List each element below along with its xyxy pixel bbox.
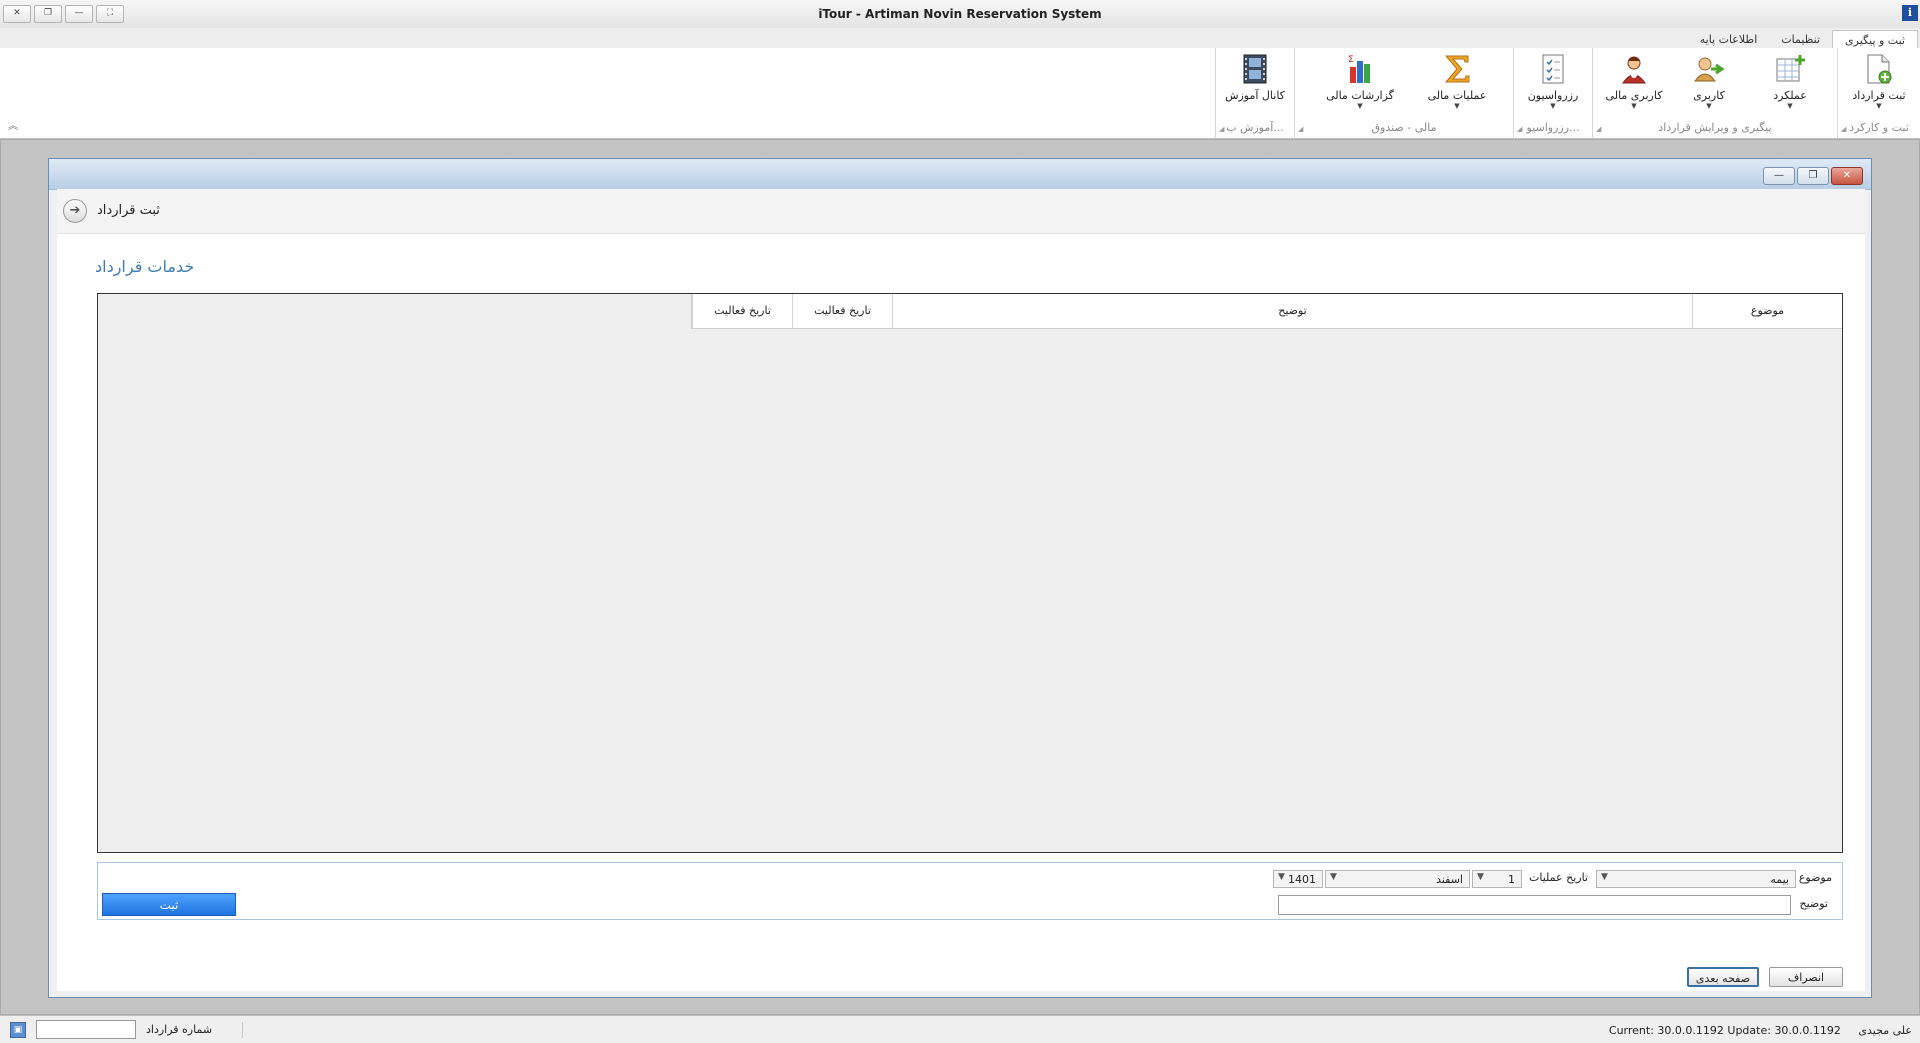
financial-reports-button[interactable]: Σ گزارشات مالی ▼ [1313, 48, 1407, 110]
chevron-down-icon: ▼ [1601, 872, 1608, 882]
wizard-pane: ➔ ثبت قرارداد خدمات قرارداد موضوع توضیح … [57, 189, 1865, 991]
restore-icon[interactable]: ❐ [1797, 167, 1829, 185]
ribbon-group-training: کانال آموزش آموزش ب... ◢ [1215, 48, 1294, 138]
performance-button[interactable]: عملکرد ▼ [1749, 48, 1831, 110]
subject-value: بیمه [1770, 873, 1789, 886]
year-value: 1401 [1288, 873, 1316, 886]
dropdown-arrow-icon: ▼ [1631, 102, 1637, 110]
service-entry-form: موضوع بیمه ▼ تاریخ عملیات 1 ▼ اسفند ▼ 14… [97, 862, 1843, 920]
group-label-training: آموزش ب... [1226, 121, 1284, 134]
tab-base-info[interactable]: اطلاعات پایه [1688, 30, 1770, 49]
year-select[interactable]: 1401 ▼ [1273, 870, 1323, 888]
group-label-reservation: رزرواسیو... [1526, 121, 1580, 134]
day-select[interactable]: 1 ▼ [1472, 870, 1522, 888]
user-button[interactable]: کاربری ▼ [1669, 48, 1749, 110]
bar-chart-icon: Σ [1344, 53, 1376, 85]
back-arrow-icon[interactable]: ➔ [63, 199, 87, 223]
svg-text:Σ: Σ [1348, 55, 1354, 65]
next-page-button[interactable]: صفحه بعدی [1687, 967, 1759, 987]
ribbon: ︽ ثبت قرارداد ▼ ثبت و کارکرد ◢ عملکرد ▼ … [0, 48, 1920, 139]
subject-label: موضوع [1798, 871, 1832, 884]
operation-date-label: تاریخ عملیات [1529, 871, 1588, 884]
divider [242, 1021, 244, 1038]
dropdown-arrow-icon: ▼ [1454, 102, 1460, 110]
finance-user-button[interactable]: کاربری مالی ▼ [1599, 48, 1669, 110]
column-description[interactable]: توضیح [892, 294, 1692, 328]
tab-settings[interactable]: تنظیمات [1769, 30, 1832, 49]
ribbon-group-registration: ثبت قرارداد ▼ ثبت و کارکرد ◢ [1837, 48, 1920, 138]
contract-number-input[interactable] [36, 1020, 136, 1039]
services-grid[interactable]: موضوع توضیح تاریخ فعالیت تاریخ فعالیت [97, 293, 1843, 853]
grid-header: موضوع توضیح تاریخ فعالیت تاریخ فعالیت [691, 294, 1842, 329]
chevron-down-icon: ▼ [1330, 872, 1337, 882]
day-value: 1 [1508, 873, 1515, 886]
cancel-button[interactable]: انصراف [1769, 967, 1843, 987]
chevron-down-icon: ▼ [1278, 872, 1285, 882]
spreadsheet-icon [1774, 53, 1806, 85]
user-icon [1693, 53, 1725, 85]
user-label: کاربری [1693, 89, 1725, 102]
description-input[interactable] [1278, 895, 1791, 915]
section-title: خدمات قرارداد [95, 257, 195, 276]
subject-select[interactable]: بیمه ▼ [1596, 870, 1796, 888]
dropdown-arrow-icon: ▼ [1550, 102, 1556, 110]
reservation-label: رزرواسیون [1527, 89, 1579, 102]
page-title: ثبت قرارداد [97, 203, 160, 218]
minimize-icon[interactable]: — [1763, 167, 1795, 185]
performance-label: عملکرد [1773, 89, 1807, 102]
group-launcher-icon[interactable]: ◢ [1596, 125, 1601, 133]
wizard-header: ➔ ثبت قرارداد [57, 189, 1865, 234]
dropdown-arrow-icon: ▼ [1357, 102, 1363, 110]
financial-operations-label: عملیات مالی [1427, 89, 1487, 102]
finance-user-label: کاربری مالی [1605, 89, 1663, 102]
column-subject[interactable]: موضوع [1692, 294, 1842, 328]
group-label-contract-tracking: پیگیری و ویرایش قرارداد [1658, 121, 1772, 134]
group-label-registration: ثبت و کارکرد [1849, 121, 1909, 134]
version-info: Current: 30.0.0.1192 Update: 30.0.0.1192 [1608, 1024, 1841, 1037]
dropdown-arrow-icon: ▼ [1876, 102, 1882, 110]
month-select[interactable]: اسفند ▼ [1325, 870, 1470, 888]
group-launcher-icon[interactable]: ◢ [1841, 125, 1846, 133]
group-label-finance: مالی - صندوق [1371, 121, 1437, 134]
finance-user-icon [1618, 53, 1650, 85]
register-contract-label: ثبت قرارداد [1852, 89, 1906, 102]
add-document-icon [1863, 53, 1895, 85]
contract-window: — ❐ ✕ ➔ ثبت قرارداد خدمات قرارداد موضوع … [48, 158, 1872, 998]
training-channel-label: کانال آموزش [1225, 89, 1285, 102]
group-launcher-icon[interactable]: ◢ [1298, 125, 1303, 133]
submit-button[interactable]: ثبت [102, 893, 236, 916]
group-launcher-icon[interactable]: ◢ [1219, 125, 1224, 133]
month-value: اسفند [1436, 873, 1463, 886]
chevron-down-icon: ▼ [1477, 872, 1484, 882]
dropdown-arrow-icon: ▼ [1706, 102, 1712, 110]
dropdown-arrow-icon: ▼ [1787, 102, 1793, 110]
window-title: iTour - Artiman Novin Reservation System [818, 7, 1102, 21]
ribbon-group-finance: عملیات مالی ▼ Σ گزارشات مالی ▼ مالی - صن… [1294, 48, 1513, 138]
contract-number-label: شماره قرارداد [146, 1023, 213, 1036]
lock-icon[interactable]: ▣ [10, 1021, 26, 1038]
ribbon-group-contract-tracking: عملکرد ▼ کاربری ▼ کاربری مالی ▼ پیگیری و… [1592, 48, 1837, 138]
status-bar: ▣ شماره قرارداد Current: 30.0.0.1192 Upd… [0, 1015, 1920, 1043]
current-user: علی مجیدی [1858, 1024, 1912, 1037]
film-icon [1239, 53, 1271, 85]
description-label: توضیح [1799, 897, 1828, 910]
app-icon[interactable]: i [1902, 5, 1918, 21]
sigma-icon [1441, 53, 1473, 85]
ribbon-tab-row: ثبت و پیگیری تنظیمات اطلاعات پایه [0, 28, 1920, 51]
close-icon[interactable]: ✕ [1831, 167, 1863, 185]
financial-operations-button[interactable]: عملیات مالی ▼ [1407, 48, 1507, 110]
ribbon-group-reservation: رزرواسیون ▼ رزرواسیو... ◢ [1513, 48, 1592, 138]
child-window-caption: — ❐ ✕ [49, 159, 1871, 190]
checklist-icon [1537, 53, 1569, 85]
financial-reports-label: گزارشات مالی [1326, 89, 1394, 102]
chevron-up-icon[interactable]: ︽ [8, 122, 20, 132]
group-launcher-icon[interactable]: ◢ [1517, 125, 1522, 133]
title-bar: ✕ ❐ — ⛶ iTour - Artiman Novin Reservatio… [0, 0, 1920, 29]
column-activity-date[interactable]: تاریخ فعالیت [792, 294, 892, 328]
register-contract-button[interactable]: ثبت قرارداد ▼ [1844, 48, 1914, 110]
column-activity-date-2[interactable]: تاریخ فعالیت [692, 294, 792, 328]
training-channel-button[interactable]: کانال آموزش [1222, 48, 1288, 110]
reservation-button[interactable]: رزرواسیون ▼ [1520, 48, 1586, 110]
